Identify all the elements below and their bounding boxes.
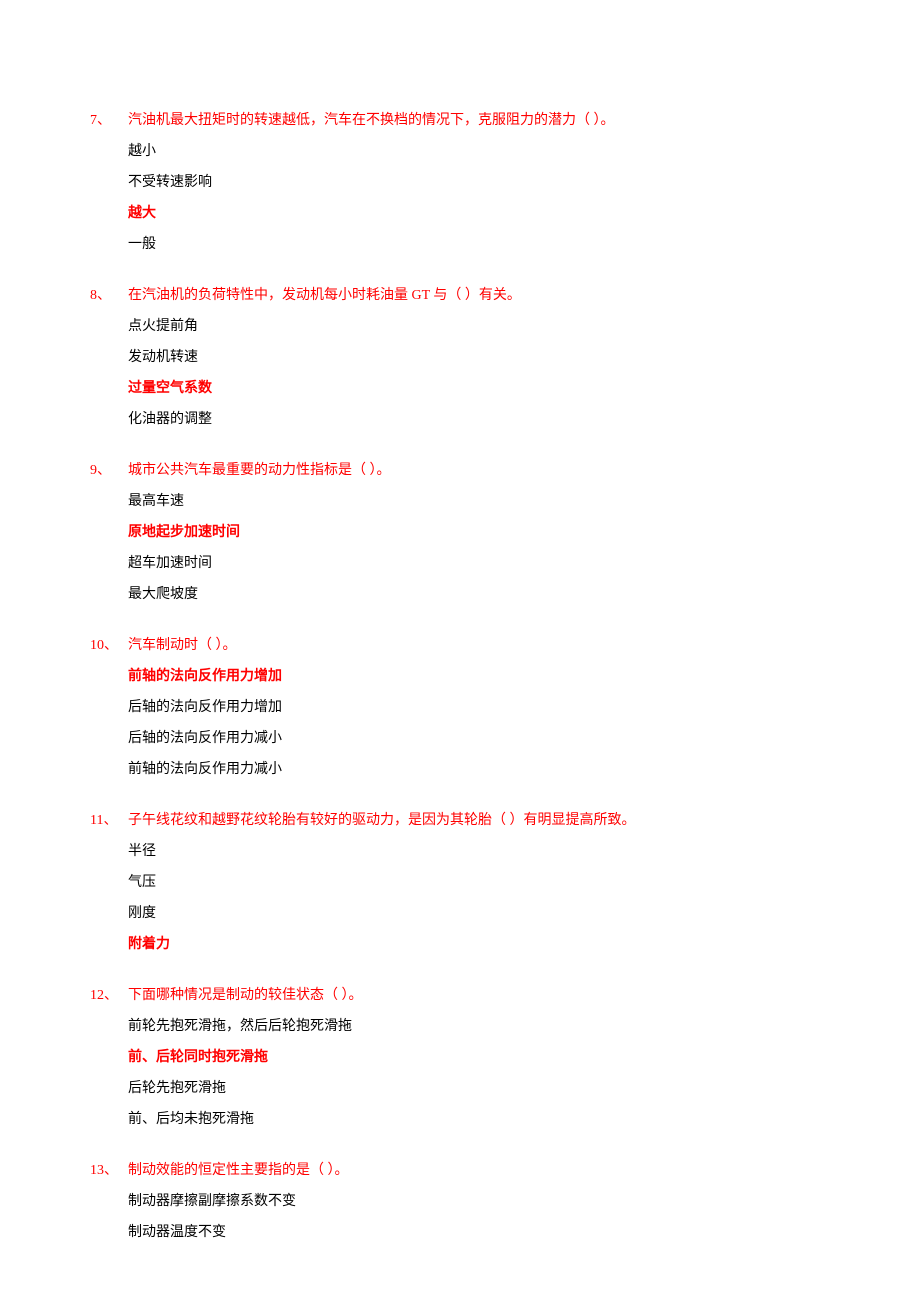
question-text: 汽车制动时（ ）。 (128, 635, 237, 656)
option: 化油器的调整 (128, 409, 830, 430)
question-block: 7、汽油机最大扭矩时的转速越低，汽车在不换档的情况下，克服阻力的潜力（ ）。越小… (90, 110, 830, 255)
question-text: 在汽油机的负荷特性中，发动机每小时耗油量 GT 与（ ）有关。 (128, 285, 521, 306)
question-block: 8、在汽油机的负荷特性中，发动机每小时耗油量 GT 与（ ）有关。点火提前角发动… (90, 285, 830, 430)
question-block: 13、制动效能的恒定性主要指的是（ ）。制动器摩擦副摩擦系数不变制动器温度不变 (90, 1160, 830, 1243)
question-line: 11、子午线花纹和越野花纹轮胎有较好的驱动力，是因为其轮胎（ ）有明显提高所致。 (90, 810, 830, 831)
question-text: 子午线花纹和越野花纹轮胎有较好的驱动力，是因为其轮胎（ ）有明显提高所致。 (128, 810, 636, 831)
question-text: 制动效能的恒定性主要指的是（ ）。 (128, 1160, 349, 1181)
options-list: 点火提前角发动机转速过量空气系数化油器的调整 (90, 316, 830, 430)
options-list: 半径气压刚度附着力 (90, 841, 830, 955)
option: 后轴的法向反作用力减小 (128, 728, 830, 749)
question-text: 下面哪种情况是制动的较佳状态（ ）。 (128, 985, 363, 1006)
question-line: 9、城市公共汽车最重要的动力性指标是（ ）。 (90, 460, 830, 481)
option: 前轮先抱死滑拖，然后后轮抱死滑拖 (128, 1016, 830, 1037)
options-list: 前轮先抱死滑拖，然后后轮抱死滑拖前、后轮同时抱死滑拖后轮先抱死滑拖前、后均未抱死… (90, 1016, 830, 1130)
question-line: 8、在汽油机的负荷特性中，发动机每小时耗油量 GT 与（ ）有关。 (90, 285, 830, 306)
option-correct: 前轴的法向反作用力增加 (128, 666, 830, 687)
option-correct: 附着力 (128, 934, 830, 955)
question-number: 11、 (90, 810, 128, 831)
option: 前、后均未抱死滑拖 (128, 1109, 830, 1130)
option: 发动机转速 (128, 347, 830, 368)
question-line: 12、下面哪种情况是制动的较佳状态（ ）。 (90, 985, 830, 1006)
question-text: 汽油机最大扭矩时的转速越低，汽车在不换档的情况下，克服阻力的潜力（ ）。 (128, 110, 615, 131)
option: 点火提前角 (128, 316, 830, 337)
question-block: 12、下面哪种情况是制动的较佳状态（ ）。前轮先抱死滑拖，然后后轮抱死滑拖前、后… (90, 985, 830, 1130)
option-correct: 过量空气系数 (128, 378, 830, 399)
question-line: 13、制动效能的恒定性主要指的是（ ）。 (90, 1160, 830, 1181)
question-number: 8、 (90, 285, 128, 306)
option: 最大爬坡度 (128, 584, 830, 605)
option: 越小 (128, 141, 830, 162)
option: 后轴的法向反作用力增加 (128, 697, 830, 718)
questions-container: 7、汽油机最大扭矩时的转速越低，汽车在不换档的情况下，克服阻力的潜力（ ）。越小… (90, 110, 830, 1243)
question-text: 城市公共汽车最重要的动力性指标是（ ）。 (128, 460, 391, 481)
option: 一般 (128, 234, 830, 255)
question-line: 10、汽车制动时（ ）。 (90, 635, 830, 656)
question-number: 12、 (90, 985, 128, 1006)
option: 前轴的法向反作用力减小 (128, 759, 830, 780)
option: 制动器温度不变 (128, 1222, 830, 1243)
option: 制动器摩擦副摩擦系数不变 (128, 1191, 830, 1212)
question-number: 10、 (90, 635, 128, 656)
question-number: 9、 (90, 460, 128, 481)
option: 超车加速时间 (128, 553, 830, 574)
question-number: 7、 (90, 110, 128, 131)
question-line: 7、汽油机最大扭矩时的转速越低，汽车在不换档的情况下，克服阻力的潜力（ ）。 (90, 110, 830, 131)
options-list: 越小不受转速影响越大一般 (90, 141, 830, 255)
option: 不受转速影响 (128, 172, 830, 193)
question-block: 10、汽车制动时（ ）。前轴的法向反作用力增加后轴的法向反作用力增加后轴的法向反… (90, 635, 830, 780)
option: 气压 (128, 872, 830, 893)
option-correct: 前、后轮同时抱死滑拖 (128, 1047, 830, 1068)
question-block: 11、子午线花纹和越野花纹轮胎有较好的驱动力，是因为其轮胎（ ）有明显提高所致。… (90, 810, 830, 955)
question-block: 9、城市公共汽车最重要的动力性指标是（ ）。最高车速原地起步加速时间超车加速时间… (90, 460, 830, 605)
options-list: 前轴的法向反作用力增加后轴的法向反作用力增加后轴的法向反作用力减小前轴的法向反作… (90, 666, 830, 780)
option: 刚度 (128, 903, 830, 924)
option: 最高车速 (128, 491, 830, 512)
option: 后轮先抱死滑拖 (128, 1078, 830, 1099)
option-correct: 越大 (128, 203, 830, 224)
options-list: 制动器摩擦副摩擦系数不变制动器温度不变 (90, 1191, 830, 1243)
question-number: 13、 (90, 1160, 128, 1181)
options-list: 最高车速原地起步加速时间超车加速时间最大爬坡度 (90, 491, 830, 605)
option: 半径 (128, 841, 830, 862)
option-correct: 原地起步加速时间 (128, 522, 830, 543)
